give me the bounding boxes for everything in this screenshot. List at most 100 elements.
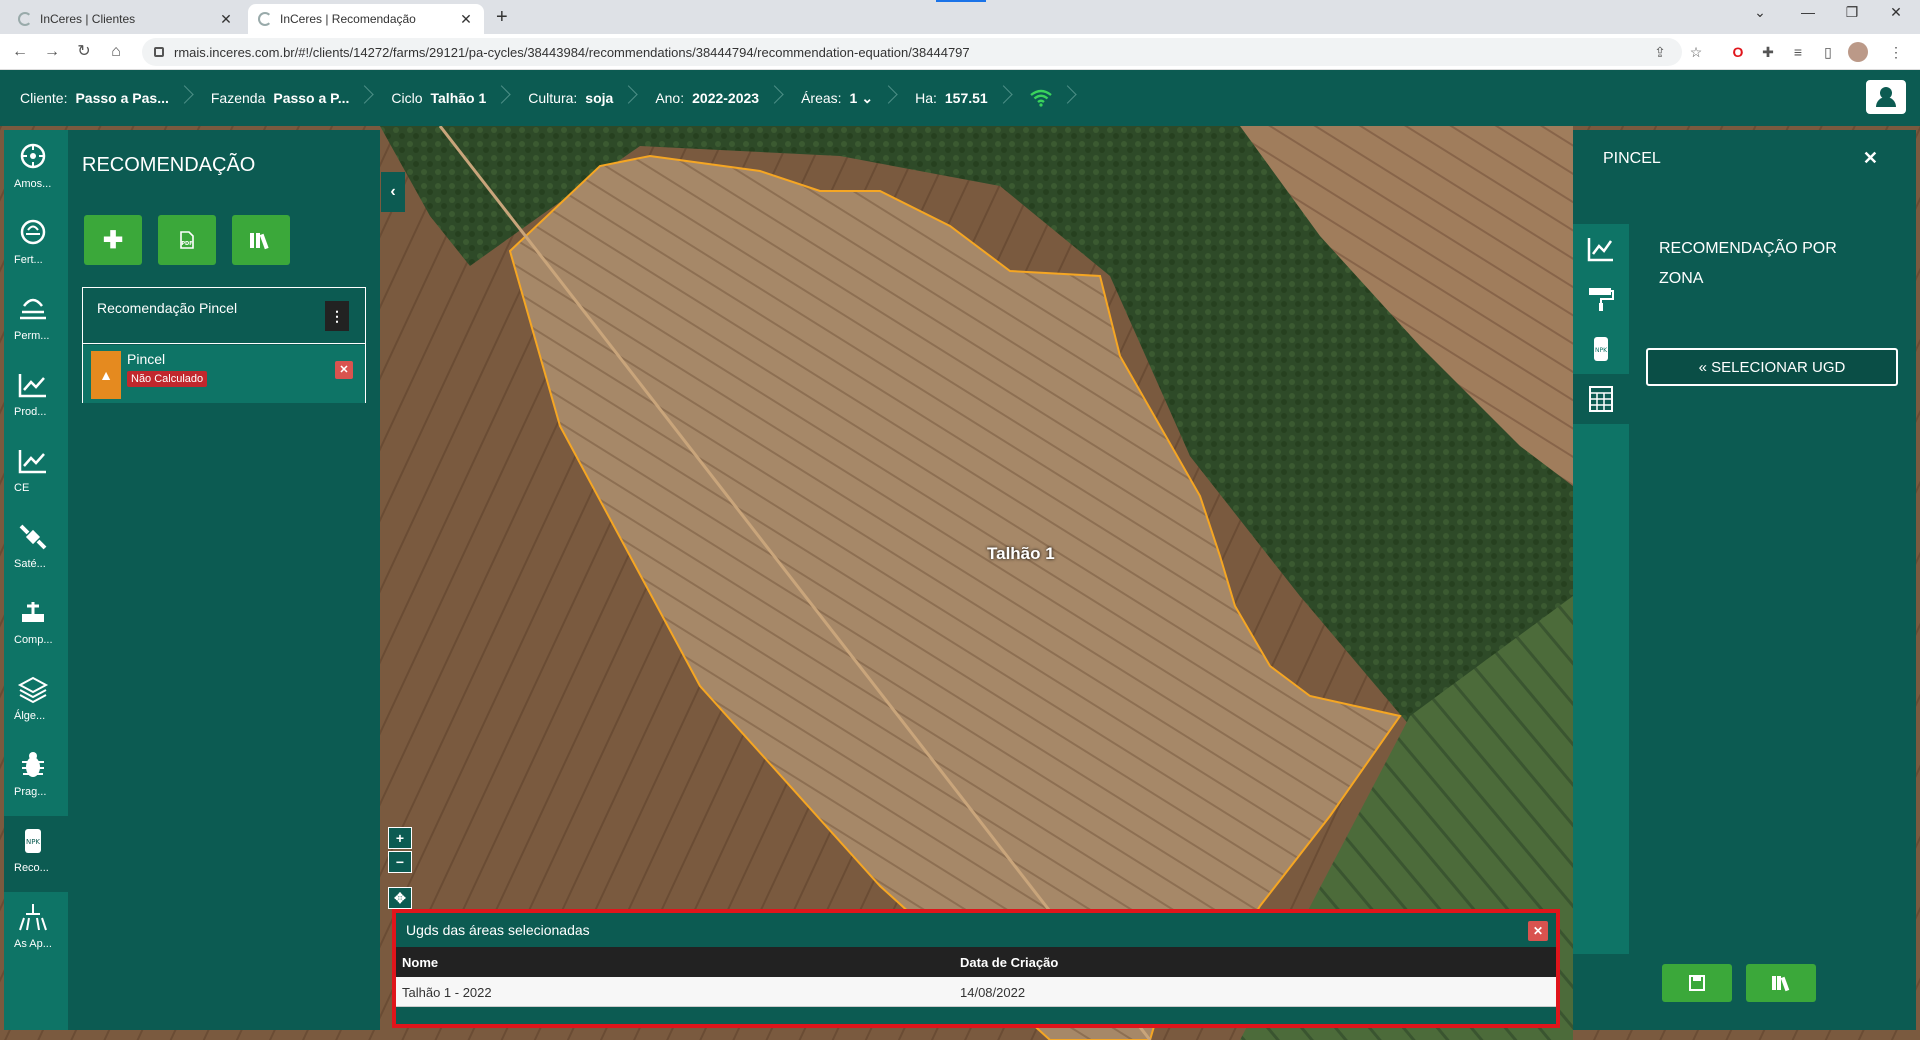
ano-value: 2022-2023 [692, 90, 760, 106]
cultura-label: Cultura: [528, 90, 578, 106]
breadcrumb-fazenda[interactable]: Fazenda Passo a P... [191, 70, 372, 126]
areas-value: 1 [849, 90, 858, 106]
recommendation-item[interactable]: ▲ Pincel Não Calculado ✕ [83, 345, 365, 403]
tab-search-icon[interactable]: ⌄ [1738, 4, 1782, 21]
plus-icon: ✚ [102, 226, 124, 254]
home-icon[interactable]: ⌂ [104, 40, 128, 64]
section-heading: RECOMENDAÇÃO POR ZONA [1659, 240, 1837, 287]
productivity-icon [18, 374, 46, 398]
browser-address-bar: ← → ↻ ⌂ rmais.inceres.com.br/#!/clients/… [0, 34, 1920, 70]
new-tab-button[interactable]: + [496, 6, 508, 29]
ugd-panel-header: Ugds das áreas selecionadas ✕ [396, 913, 1556, 947]
panel-title: RECOMENDAÇÃO [82, 154, 256, 176]
browser-tab-clientes[interactable]: InCeres | Clientes ✕ [8, 4, 244, 34]
tab-label: InCeres | Clientes [40, 12, 136, 26]
svg-text:PDF: PDF [181, 241, 192, 247]
breadcrumb-ano[interactable]: Ano: 2022-2023 [635, 70, 781, 126]
tab-chart[interactable] [1573, 224, 1629, 274]
breadcrumb-areas[interactable]: Áreas: 1 ⌄ [781, 70, 895, 126]
pan-button[interactable]: ✥ [388, 887, 412, 909]
ugd-table-header: Nome Data de Criação [396, 947, 1556, 977]
reading-list-icon[interactable]: ≡ [1788, 42, 1808, 62]
library-icon [1772, 976, 1790, 992]
reload-icon[interactable]: ↻ [72, 40, 96, 64]
breadcrumb-cliente[interactable]: Cliente: Passo a Pas... [0, 70, 191, 126]
module-amostragem[interactable]: Amos... [4, 132, 68, 208]
module-label: Prag... [14, 786, 47, 798]
select-ugd-button[interactable]: « SELECIONAR UGD [1646, 348, 1898, 386]
permanent-icon [20, 298, 46, 320]
close-icon[interactable]: ✕ [458, 11, 474, 28]
extensions-icon[interactable]: ✚ [1758, 42, 1778, 62]
star-icon[interactable]: ☆ [1686, 42, 1706, 62]
close-icon[interactable]: ✕ [1863, 148, 1878, 169]
lock-icon [154, 47, 164, 57]
module-recomendacao[interactable]: NPK Reco... [4, 816, 68, 892]
compaction-icon [22, 602, 44, 622]
sidebar-icon[interactable]: ▯ [1818, 42, 1838, 62]
line-chart-icon [1587, 238, 1613, 262]
svg-text:NPK: NPK [1595, 347, 1608, 354]
chevron-left-icon: ‹ [390, 183, 396, 200]
add-recommendation-button[interactable]: ✚ [84, 215, 142, 265]
minimize-button[interactable]: — [1786, 4, 1830, 20]
tab-calculator[interactable] [1573, 374, 1629, 424]
module-permanente[interactable]: Perm... [4, 284, 68, 360]
svg-text:NPK: NPK [26, 838, 40, 846]
module-label: Amos... [14, 178, 52, 190]
module-produtividade[interactable]: Prod... [4, 360, 68, 436]
module-label: Reco... [14, 862, 49, 874]
recommendation-item-name: Pincel [127, 351, 166, 367]
user-menu-button[interactable] [1866, 80, 1906, 114]
tab-label: InCeres | Recomendação [280, 12, 416, 26]
close-icon[interactable]: ✕ [1528, 921, 1548, 941]
zoom-out-button[interactable]: − [388, 851, 412, 873]
breadcrumb-cultura[interactable]: Cultura: soja [508, 70, 635, 126]
export-pdf-button[interactable]: PDF [158, 215, 216, 265]
user-icon-body [1876, 97, 1896, 107]
cliente-value: Passo a Pas... [75, 90, 169, 106]
breadcrumb-ciclo[interactable]: Ciclo Talhão 1 [371, 70, 508, 126]
library-footer-button[interactable] [1746, 964, 1816, 1002]
forward-icon[interactable]: → [40, 40, 64, 64]
zoom-in-button[interactable]: + [388, 827, 412, 849]
restore-button[interactable]: ❐ [1830, 4, 1874, 21]
cell-data: 14/08/2022 [960, 985, 1026, 1000]
module-satelite[interactable]: Saté... [4, 512, 68, 588]
tab-indicator [936, 0, 986, 2]
close-icon[interactable]: ✕ [218, 11, 234, 28]
browser-tab-recomendacao[interactable]: InCeres | Recomendação ✕ [248, 4, 484, 34]
pincel-tool-tabs: NPK [1573, 224, 1629, 954]
tab-paint-roller[interactable] [1573, 274, 1629, 324]
back-icon[interactable]: ← [8, 40, 32, 64]
share-icon[interactable]: ⇪ [1650, 42, 1670, 62]
column-header-nome[interactable]: Nome [402, 955, 438, 970]
calculator-icon [1589, 386, 1613, 412]
tab-npk[interactable]: NPK [1573, 324, 1629, 374]
module-as-aplicado[interactable]: As Ap... [4, 892, 68, 968]
opera-icon[interactable]: O [1728, 42, 1748, 62]
profile-avatar[interactable] [1848, 42, 1868, 62]
ugd-table-panel: Ugds das áreas selecionadas ✕ Nome Data … [392, 909, 1560, 1028]
collapse-panel-button[interactable]: ‹ [381, 172, 405, 212]
menu-icon[interactable]: ⋮ [1886, 42, 1906, 62]
window-close-button[interactable]: ✕ [1874, 4, 1918, 21]
sampling-icon [20, 143, 46, 169]
module-fertilidade[interactable]: Fert... [4, 208, 68, 284]
table-row[interactable]: Talhão 1 - 2022 14/08/2022 [396, 977, 1556, 1007]
module-algebra[interactable]: Álge... [4, 664, 68, 740]
column-header-data[interactable]: Data de Criação [960, 955, 1058, 970]
kebab-menu-icon[interactable]: ⋮ [325, 301, 349, 331]
library-button[interactable] [232, 215, 290, 265]
url-field[interactable]: rmais.inceres.com.br/#!/clients/14272/fa… [142, 38, 1682, 66]
npk-icon: NPK [1594, 337, 1608, 361]
module-compactacao[interactable]: Comp... [4, 588, 68, 664]
module-pragas[interactable]: Prag... [4, 740, 68, 816]
recommendation-icon: NPK [25, 829, 41, 853]
module-ce[interactable]: CE [4, 436, 68, 512]
save-button[interactable] [1662, 964, 1732, 1002]
module-label: Saté... [14, 558, 46, 570]
delete-icon[interactable]: ✕ [335, 361, 353, 379]
cultura-value: soja [585, 90, 614, 106]
module-label: Comp... [14, 634, 53, 646]
